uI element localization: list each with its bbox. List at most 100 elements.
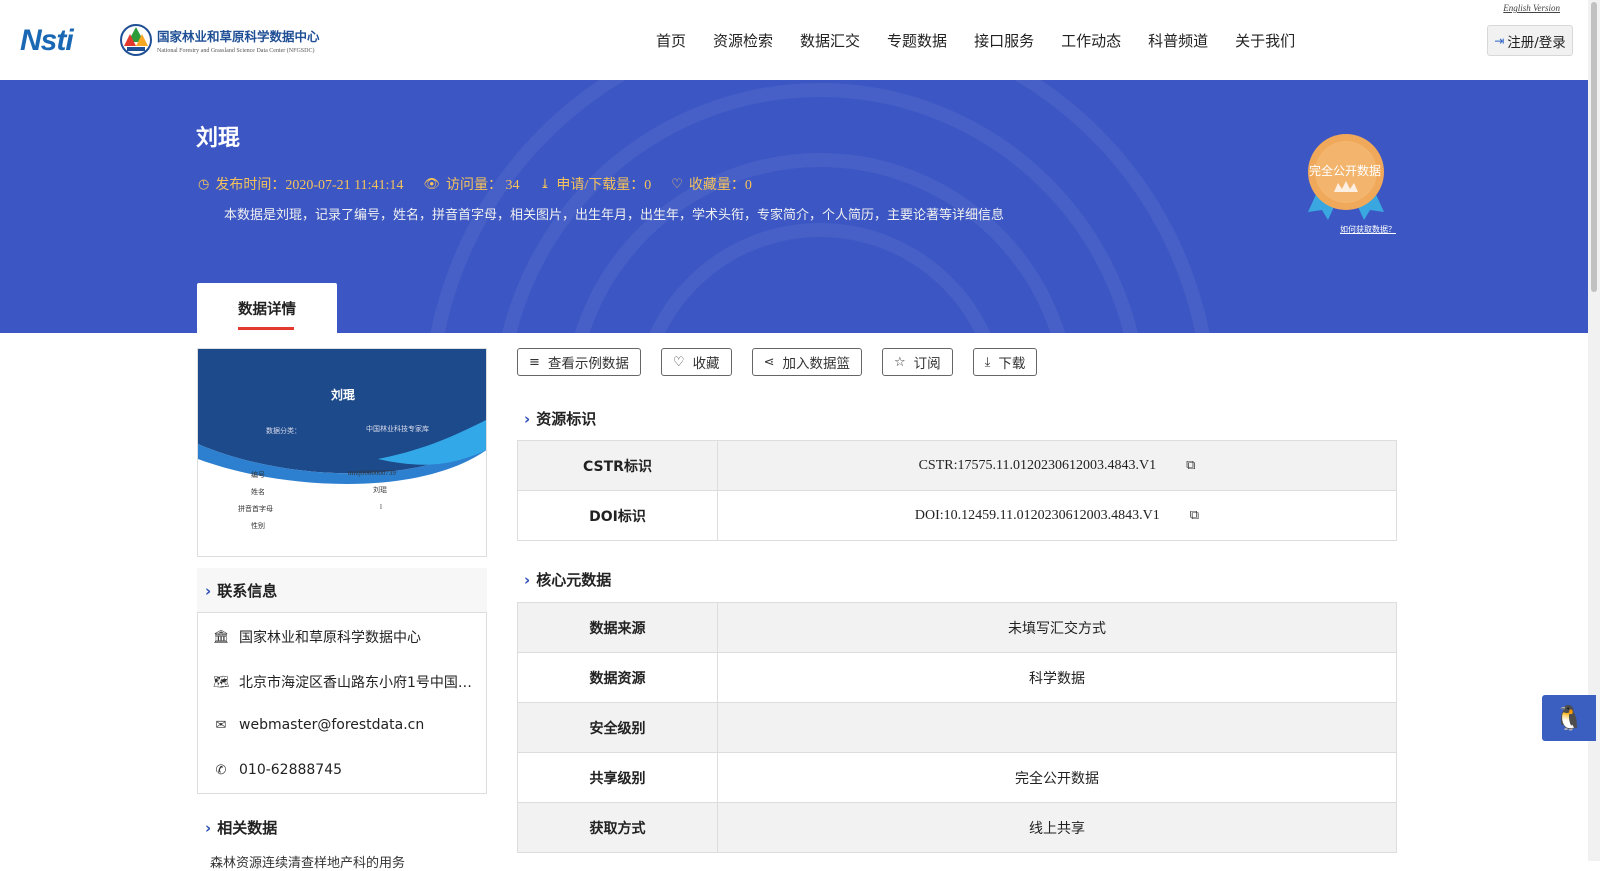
- nav-topic-data[interactable]: 专题数据: [887, 30, 947, 51]
- nsti-logo[interactable]: Nsti: [20, 24, 74, 58]
- meta-key: 数据资源: [517, 652, 718, 703]
- site-header: Nsti 国家林业和草原科学数据中心 National Forestry and…: [0, 0, 1573, 80]
- download-button[interactable]: ⤓ 下载: [972, 348, 1038, 376]
- dataset-description: 本数据是刘琨，记录了编号，姓名，拼音首字母，相关图片，出生年月，出生年，学术头衔…: [224, 208, 1005, 223]
- cstr-value: CSTR:17575.11.0120230612003.4843.V1: [918, 458, 1157, 473]
- meta-value: [717, 702, 1397, 753]
- dataset-banner: 刘琨 ◷ 发布时间：2020-07-21 11:41:14 👁 访问量： 34 ⤓ 申…: [0, 80, 1588, 333]
- core-meta-section-header: › 核心元数据: [524, 569, 611, 590]
- heart-icon: ♡: [671, 176, 683, 191]
- login-button[interactable]: ⇥ 注册/登录: [1487, 25, 1573, 56]
- chevron-right-icon: ›: [205, 819, 212, 837]
- subscribe-button[interactable]: ☆ 订阅: [881, 348, 953, 376]
- thumb-field-key: 编号: [251, 470, 265, 479]
- contact-card: 🏛 国家林业和草原科学数据中心 🗺 北京市海淀区香山路东小府1号中国… ✉ webma…: [197, 612, 487, 794]
- meta-key: 获取方式: [517, 802, 718, 853]
- chevron-right-icon: ›: [524, 571, 531, 589]
- download-icon: ⤓: [984, 354, 991, 370]
- doi-value-cell: DOI:10.12459.11.0120230612003.4843.V1 ⧉: [717, 490, 1397, 541]
- thumb-category-value: 中国林业科技专家库: [366, 424, 429, 433]
- table-row: 获取方式 线上共享: [517, 802, 1397, 853]
- view-count: 访问量： 34: [445, 178, 520, 193]
- nfgsdc-logo[interactable]: 国家林业和草原科学数据中心 National Forestry and Gras…: [119, 22, 320, 58]
- table-row: 安全级别: [517, 702, 1397, 753]
- scrollbar-thumb[interactable]: [1591, 2, 1597, 292]
- related-item[interactable]: 森林资源连续清查样地产科的用务: [210, 852, 405, 871]
- publish-time: 发布时间：2020-07-21 11:41:14: [215, 178, 404, 193]
- favorite-count: 收藏量：0: [688, 178, 752, 193]
- doi-value: DOI:10.12459.11.0120230612003.4843.V1: [914, 508, 1160, 523]
- thumb-field-key: 姓名: [251, 487, 265, 496]
- download-count: 申请/下载量：0: [556, 178, 652, 193]
- main-nav: 首页 资源检索 数据汇交 专题数据 接口服务 工作动态 科普频道 关于我们: [656, 30, 1322, 51]
- meta-value: 未填写汇交方式: [717, 602, 1397, 653]
- favorite-button[interactable]: ♡ 收藏: [660, 348, 732, 376]
- chevron-right-icon: ›: [205, 582, 212, 600]
- contact-org: 国家林业和草原科学数据中心: [239, 630, 421, 646]
- meta-value: 线上共享: [717, 802, 1397, 853]
- resource-id-title: 资源标识: [536, 410, 597, 428]
- nav-science-channel[interactable]: 科普频道: [1148, 30, 1208, 51]
- qq-service-button[interactable]: 🐧: [1542, 695, 1596, 741]
- star-icon: ☆: [893, 354, 906, 370]
- table-row: 数据资源 科学数据: [517, 652, 1397, 703]
- heart-icon: ♡: [672, 354, 685, 370]
- thumb-field-key: 性别: [251, 521, 265, 530]
- phone-icon: ✆: [215, 762, 227, 778]
- share-icon: ⋖: [763, 354, 775, 370]
- resource-id-section-header: › 资源标识: [524, 408, 596, 429]
- contact-title: 联系信息: [217, 582, 278, 600]
- nav-data-submission[interactable]: 数据汇交: [800, 30, 860, 51]
- meta-value: 完全公开数据: [717, 752, 1397, 803]
- dataset-thumbnail[interactable]: 刘琨 数据分类： 中国林业科技专家库 编号 mrzj0000000739 姓名 …: [197, 348, 487, 557]
- contact-phone: 010-62888745: [239, 762, 343, 778]
- add-to-basket-button[interactable]: ⋖ 加入数据篮: [751, 348, 862, 376]
- nav-news[interactable]: 工作动态: [1061, 30, 1121, 51]
- meta-value: 科学数据: [717, 652, 1397, 703]
- nav-home[interactable]: 首页: [656, 30, 686, 51]
- view-sample-button[interactable]: ≡ 查看示例数据: [517, 348, 641, 376]
- table-row: 数据来源 未填写汇交方式: [517, 602, 1397, 653]
- core-meta-table: 数据来源 未填写汇交方式 数据资源 科学数据 安全级别 共享级别 完全公开数据 获取方…: [517, 602, 1397, 853]
- how-to-get-data-link[interactable]: 如何获取数据？: [1340, 224, 1396, 235]
- nav-resource-search[interactable]: 资源检索: [713, 30, 773, 51]
- copy-icon[interactable]: ⧉: [1186, 457, 1195, 473]
- core-meta-title: 核心元数据: [536, 571, 612, 589]
- thumb-field-key: 拼音首字母: [238, 504, 273, 513]
- dataset-title: 刘琨: [196, 126, 241, 151]
- add-to-basket-label: 加入数据篮: [782, 356, 850, 372]
- related-title: 相关数据: [217, 819, 278, 837]
- table-row: CSTR标识 CSTR:17575.11.0120230612003.4843.…: [517, 440, 1397, 491]
- contact-section-header: › 联系信息: [197, 568, 487, 612]
- thumb-title: 刘琨: [331, 387, 355, 402]
- sign-in-icon: ⇥: [1494, 33, 1505, 48]
- thumb-field-value: 刘琨: [373, 485, 387, 494]
- thumbnail-image: 刘琨 数据分类： 中国林业科技专家库 编号 mrzj0000000739 姓名 …: [198, 349, 486, 556]
- tab-data-details[interactable]: 数据详情: [197, 283, 337, 333]
- nav-api-service[interactable]: 接口服务: [974, 30, 1034, 51]
- mail-icon: ✉: [215, 717, 227, 733]
- bank-icon: 🏛: [213, 629, 230, 645]
- eye-icon: 👁: [423, 176, 440, 191]
- nfgsdc-emblem-icon: [120, 24, 152, 56]
- center-name-en: National Forestry and Grassland Science …: [157, 48, 315, 54]
- doi-key: DOI标识: [517, 490, 718, 541]
- table-row: DOI标识 DOI:10.12459.11.0120230612003.4843…: [517, 490, 1397, 541]
- download-label: 下载: [998, 356, 1026, 372]
- related-section-header: › 相关数据: [197, 805, 487, 849]
- open-data-badge-label: 完全公开数据: [1308, 164, 1381, 178]
- copy-icon[interactable]: ⧉: [1190, 507, 1199, 523]
- table-row: 共享级别 完全公开数据: [517, 752, 1397, 803]
- center-name-cn: 国家林业和草原科学数据中心: [157, 29, 320, 44]
- dataset-meta: ◷ 发布时间：2020-07-21 11:41:14 👁 访问量： 34 ⤓ 申请/下…: [198, 174, 772, 194]
- map-icon: 🗺: [213, 674, 230, 690]
- contact-email[interactable]: webmaster@forestdata.cn: [239, 717, 424, 733]
- favorite-label: 收藏: [692, 356, 720, 372]
- subscribe-label: 订阅: [913, 356, 941, 372]
- english-version-link[interactable]: English Version: [1503, 3, 1560, 13]
- thumb-category-label: 数据分类：: [266, 426, 301, 435]
- nav-about-us[interactable]: 关于我们: [1235, 30, 1295, 51]
- database-icon: ≡: [529, 354, 540, 370]
- view-sample-label: 查看示例数据: [547, 356, 629, 372]
- download-icon: ⤓: [539, 176, 551, 191]
